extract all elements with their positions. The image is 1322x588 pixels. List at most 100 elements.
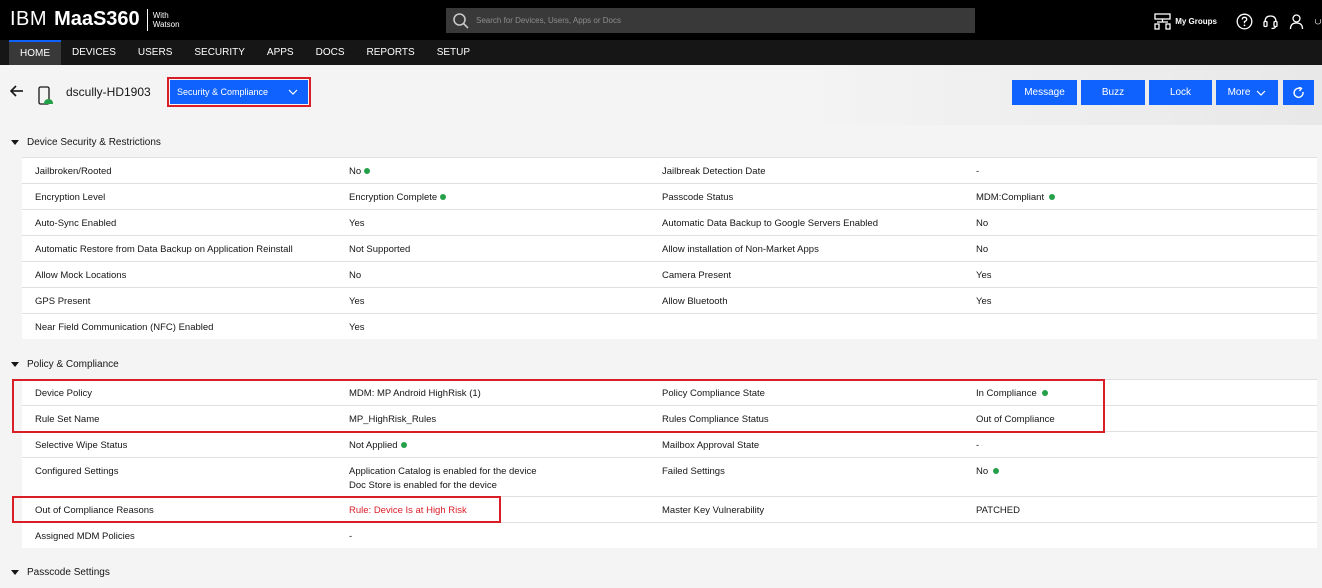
android-device-icon — [38, 86, 53, 105]
row-value: No — [976, 466, 1000, 477]
caret-down-icon — [11, 361, 19, 367]
search-placeholder: Search for Devices, Users, Apps or Docs — [476, 16, 621, 25]
row-label: Assigned MDM Policies — [35, 531, 135, 542]
row-value: PATCHED — [976, 505, 1020, 516]
refresh-button[interactable] — [1283, 80, 1314, 105]
row-value: MP_HighRisk_Rules — [349, 414, 437, 425]
device-name: dscully-HD1903 — [66, 85, 151, 99]
main-nav: HOME DEVICES USERS SECURITY APPS DOCS RE… — [0, 40, 1322, 65]
status-ok-icon — [993, 468, 1000, 474]
power-icon[interactable] — [1314, 13, 1322, 30]
row-value: In Compliance — [976, 388, 1048, 399]
nav-devices[interactable]: DEVICES — [61, 40, 127, 65]
table-row: Jailbroken/Rooted No Jailbreak Detection… — [22, 157, 1317, 183]
section-toggle-policy-compliance[interactable]: Policy & Compliance — [11, 357, 119, 371]
nav-reports[interactable]: REPORTS — [356, 40, 426, 65]
caret-down-icon — [11, 139, 19, 145]
row-label: GPS Present — [35, 296, 91, 307]
device-security-table: Jailbroken/Rooted No Jailbreak Detection… — [22, 157, 1317, 339]
back-arrow-icon[interactable] — [10, 84, 24, 98]
row-label: Near Field Communication (NFC) Enabled — [35, 322, 214, 333]
hierarchy-icon — [1154, 12, 1171, 30]
chevron-down-icon — [1256, 90, 1266, 96]
row-label: Jailbreak Detection Date — [662, 166, 766, 177]
row-value: - — [349, 531, 353, 542]
section-title: Policy & Compliance — [27, 358, 119, 370]
table-row: Allow Mock Locations No Camera Present Y… — [22, 261, 1317, 287]
row-label: Auto-Sync Enabled — [35, 218, 117, 229]
table-row: Out of Compliance Reasons Rule: Device I… — [22, 496, 1317, 522]
message-button[interactable]: Message — [1012, 80, 1077, 105]
buzz-button[interactable]: Buzz — [1081, 80, 1145, 105]
global-search-input[interactable]: Search for Devices, Users, Apps or Docs — [446, 8, 975, 33]
search-icon — [453, 12, 469, 29]
row-value: Out of Compliance — [976, 414, 1055, 425]
row-value: Yes — [976, 296, 992, 307]
row-label: Allow Mock Locations — [35, 270, 127, 281]
row-label: Rule Set Name — [35, 414, 100, 425]
top-icons: My Groups — [1154, 10, 1322, 32]
brand-separator — [146, 8, 148, 31]
brand-watson: With Watson — [153, 11, 180, 29]
table-row: Selective Wipe Status Not Applied Mailbo… — [22, 431, 1317, 457]
row-value: No — [976, 218, 989, 229]
status-ok-icon — [364, 168, 371, 174]
nav-docs[interactable]: DOCS — [305, 40, 356, 65]
section-toggle-device-security[interactable]: Device Security & Restrictions — [11, 135, 161, 149]
my-groups-label: My Groups — [1175, 16, 1217, 26]
nav-setup[interactable]: SETUP — [426, 40, 481, 65]
user-icon[interactable] — [1288, 13, 1305, 30]
brand-product: MaaS360 — [54, 8, 140, 30]
row-value: Application Catalog is enabled for the d… — [349, 466, 537, 491]
nav-security[interactable]: SECURITY — [183, 40, 256, 65]
row-value: Yes — [349, 218, 365, 229]
table-row: Configured Settings Application Catalog … — [22, 457, 1317, 496]
my-groups-button[interactable]: My Groups — [1154, 12, 1217, 30]
brand-logo[interactable]: IBM MaaS360 With Watson — [10, 8, 180, 31]
row-value: Not Supported — [349, 244, 411, 255]
section-toggle-passcode-settings[interactable]: Passcode Settings — [11, 565, 110, 579]
device-header: dscully-HD1903 Security & Compliance Mes… — [0, 65, 1322, 125]
table-row: Encryption Level Encryption Complete Pas… — [22, 183, 1317, 209]
more-actions-button[interactable]: More — [1216, 80, 1278, 105]
row-label: Automatic Restore from Data Backup on Ap… — [35, 244, 293, 255]
nav-users[interactable]: USERS — [127, 40, 183, 65]
brand-ibm: IBM — [10, 8, 48, 30]
row-value: MDM:Compliant — [976, 192, 1056, 203]
caret-down-icon — [11, 569, 19, 575]
status-ok-icon — [440, 194, 447, 200]
row-label: Passcode Status — [662, 192, 734, 203]
lock-button[interactable]: Lock — [1149, 80, 1212, 105]
nav-home[interactable]: HOME — [9, 40, 61, 65]
policy-compliance-table: Device Policy MDM: MP Android HighRisk (… — [22, 379, 1317, 548]
nav-apps[interactable]: APPS — [256, 40, 305, 65]
table-row: Assigned MDM Policies - — [22, 522, 1317, 548]
top-bar: IBM MaaS360 With Watson Search for Devic… — [0, 0, 1322, 40]
row-label: Mailbox Approval State — [662, 440, 760, 451]
row-value: No — [349, 166, 371, 177]
row-label: Selective Wipe Status — [35, 440, 128, 451]
table-row: Rule Set Name MP_HighRisk_Rules Rules Co… — [22, 405, 1317, 431]
table-row: Auto-Sync Enabled Yes Automatic Data Bac… — [22, 209, 1317, 235]
row-label: Camera Present — [662, 270, 732, 281]
refresh-icon — [1292, 86, 1304, 98]
row-label: Failed Settings — [662, 466, 725, 477]
row-value: Yes — [349, 322, 365, 333]
section-title: Passcode Settings — [27, 566, 110, 578]
row-label: Master Key Vulnerability — [662, 505, 765, 516]
more-button-label: More — [1227, 87, 1251, 98]
status-ok-icon — [400, 442, 407, 448]
support-headset-icon[interactable] — [1262, 13, 1279, 30]
table-row: Near Field Communication (NFC) Enabled Y… — [22, 313, 1317, 339]
help-icon[interactable] — [1236, 13, 1253, 30]
brand-with-text: With — [152, 10, 169, 20]
brand-watson-text: Watson — [152, 19, 180, 29]
row-value: - — [976, 440, 980, 451]
table-row: GPS Present Yes Allow Bluetooth Yes — [22, 287, 1317, 313]
row-label: Allow installation of Non-Market Apps — [662, 244, 819, 255]
view-selector-dropdown[interactable]: Security & Compliance — [167, 77, 311, 107]
row-value: No — [976, 244, 989, 255]
row-label: Device Policy — [35, 388, 93, 399]
view-selector-label: Security & Compliance — [177, 87, 269, 97]
row-value: Encryption Complete — [349, 192, 447, 203]
